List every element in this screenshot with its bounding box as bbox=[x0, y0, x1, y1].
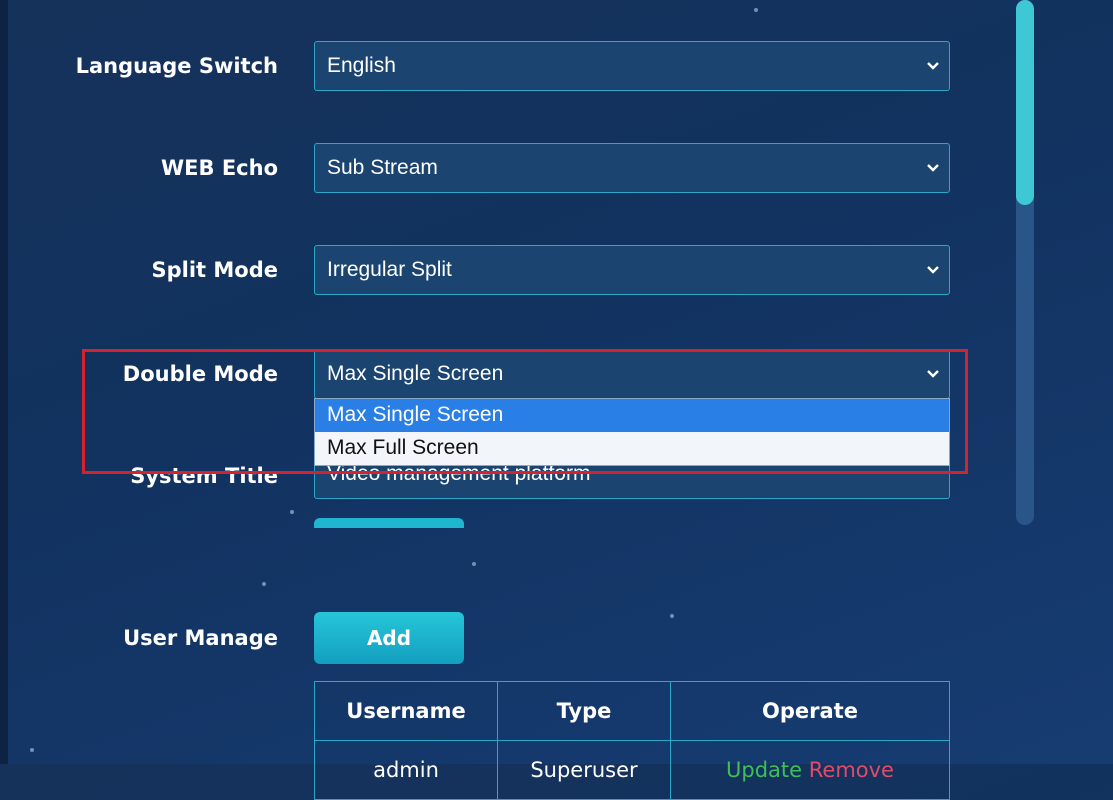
update-link[interactable]: Update bbox=[726, 758, 802, 782]
user-manage-label: User Manage bbox=[123, 626, 278, 650]
web-echo-select-value: Sub Stream bbox=[327, 156, 438, 179]
left-edge bbox=[0, 0, 8, 764]
background-star bbox=[262, 582, 266, 586]
cell-username: admin bbox=[314, 740, 498, 800]
background-star bbox=[754, 8, 758, 12]
language-switch-label: Language Switch bbox=[75, 54, 278, 78]
chevron-down-icon bbox=[927, 266, 939, 274]
chevron-down-icon bbox=[927, 164, 939, 172]
background-star bbox=[30, 748, 34, 752]
web-echo-label: WEB Echo bbox=[161, 156, 278, 180]
cell-operate: Update Remove bbox=[670, 740, 950, 800]
language-select[interactable]: English bbox=[314, 41, 950, 91]
scrollbar-thumb[interactable] bbox=[1016, 0, 1034, 205]
split-mode-select[interactable]: Irregular Split bbox=[314, 245, 950, 295]
split-mode-select-value: Irregular Split bbox=[327, 258, 452, 281]
user-table: Username Type Operate admin Superuser Up… bbox=[314, 681, 950, 800]
background-star bbox=[290, 510, 294, 514]
annotation-highlight-box bbox=[82, 349, 968, 474]
language-select-value: English bbox=[327, 54, 396, 77]
add-user-button[interactable]: Add bbox=[314, 612, 464, 664]
table-row: admin Superuser Update Remove bbox=[314, 740, 950, 800]
chevron-down-icon bbox=[927, 62, 939, 70]
split-mode-label: Split Mode bbox=[151, 258, 278, 282]
background-star bbox=[670, 614, 674, 618]
column-header-type: Type bbox=[497, 681, 671, 741]
table-header-row: Username Type Operate bbox=[314, 681, 950, 741]
remove-link[interactable]: Remove bbox=[809, 758, 894, 782]
background-star bbox=[472, 562, 476, 566]
column-header-operate: Operate bbox=[670, 681, 950, 741]
web-echo-select[interactable]: Sub Stream bbox=[314, 143, 950, 193]
column-header-username: Username bbox=[314, 681, 498, 741]
save-button[interactable] bbox=[314, 518, 464, 528]
cell-type: Superuser bbox=[497, 740, 671, 800]
